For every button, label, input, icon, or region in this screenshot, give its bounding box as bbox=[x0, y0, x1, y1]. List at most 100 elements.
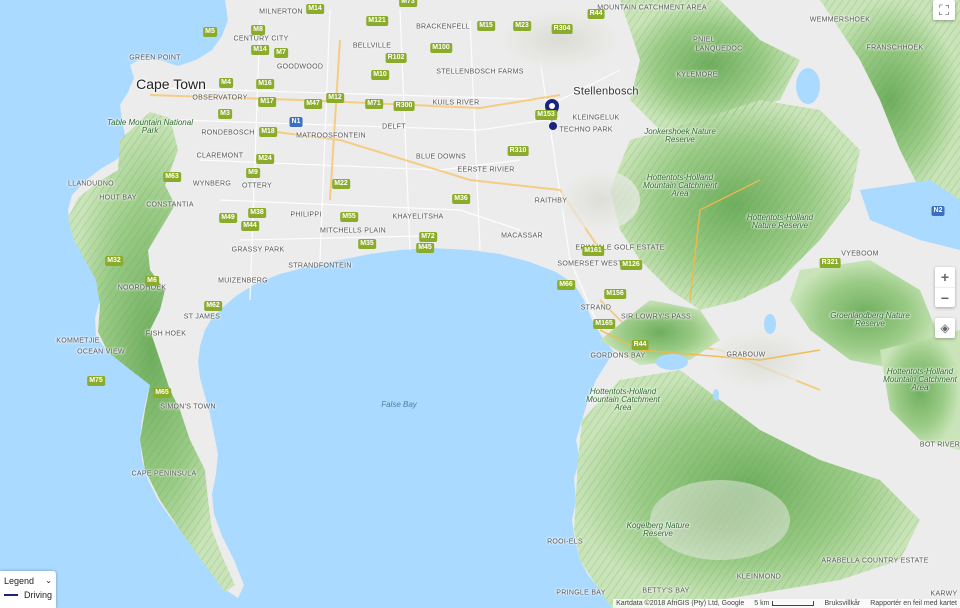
place-label-ocean-view: OCEAN VIEW bbox=[77, 348, 125, 356]
park-label-hottentots-holland-4: Hottentots-Holland Mountain Catchment Ar… bbox=[883, 367, 957, 392]
place-label-macassar: MACASSAR bbox=[501, 232, 543, 240]
route-shield-m73: M73 bbox=[399, 0, 417, 7]
route-shield-m156: M156 bbox=[604, 289, 626, 299]
route-shield-m32: M32 bbox=[105, 256, 123, 266]
place-label-mountain-catchment-top: Mountain Catchment Area bbox=[597, 4, 707, 12]
park-label-hottentots-holland-1: Hottentots-Holland Mountain Catchment Ar… bbox=[643, 173, 717, 198]
route-shield-m65: M65 bbox=[153, 388, 171, 398]
place-label-cape-peninsula: CAPE PENINSULA bbox=[131, 470, 197, 478]
place-label-eerste-rivier: EERSTE RIVIER bbox=[457, 166, 515, 174]
place-label-claremont: CLAREMONT bbox=[196, 152, 244, 160]
place-label-observatory: OBSERVATORY bbox=[192, 94, 248, 102]
route-shield-m126: M126 bbox=[620, 260, 642, 270]
route-shield-m14: M14 bbox=[306, 4, 324, 14]
place-label-cape-town: Cape Town bbox=[136, 76, 206, 92]
fullscreen-button[interactable]: ⛶ bbox=[933, 0, 955, 20]
route-shield-m71: M71 bbox=[365, 99, 383, 109]
zoom-control: + − bbox=[935, 267, 955, 307]
route-shield-m55: M55 bbox=[340, 212, 358, 222]
route-shield-m45: M45 bbox=[416, 243, 434, 253]
park-label-hottentots-holland-2: Hottentots-Holland Nature Reserve bbox=[746, 213, 814, 230]
route-shield-m18: M18 bbox=[259, 127, 277, 137]
legend-item-label: Driving bbox=[23, 590, 52, 600]
route-shield-r102: R102 bbox=[385, 53, 407, 63]
report-error-link[interactable]: Rapportér en feil med kartet bbox=[870, 600, 957, 607]
route-shield-m47: M47 bbox=[304, 99, 322, 109]
legend-title: Legend bbox=[4, 576, 35, 586]
place-label-somerset-west: SOMERSET WEST bbox=[557, 260, 623, 268]
route-shield-n2: N2 bbox=[931, 206, 945, 216]
route-shield-m72: M72 bbox=[419, 232, 437, 242]
place-label-delft: DELFT bbox=[382, 123, 406, 131]
place-label-pringle-bay: Pringle Bay bbox=[556, 589, 606, 597]
route-shield-m6: M6 bbox=[145, 276, 159, 286]
route-shield-m66: M66 bbox=[557, 280, 575, 290]
theewaterskloof-dam bbox=[796, 68, 820, 104]
place-label-rooi-els: Rooi-Els bbox=[547, 538, 583, 546]
route-shield-m23: M23 bbox=[513, 21, 531, 31]
route-shield-m15: M15 bbox=[477, 21, 495, 31]
place-label-stellenbosch-farms: Stellenbosch Farms bbox=[436, 68, 524, 76]
route-shield-m63: M63 bbox=[163, 172, 181, 182]
place-label-constantia: CONSTANTIA bbox=[146, 201, 194, 209]
route-shield-m165: M165 bbox=[593, 319, 615, 329]
route-shield-r321: R321 bbox=[819, 258, 841, 268]
place-label-khayelitsha: KHAYELITSHA bbox=[392, 213, 444, 221]
place-label-blue-downs: BLUE DOWNS bbox=[415, 153, 467, 161]
layers-button[interactable]: ◈ bbox=[935, 318, 955, 338]
route-shield-m24: M24 bbox=[256, 154, 274, 164]
place-label-wemmershoek: Wemmershoek bbox=[809, 16, 871, 24]
place-label-century-city: CENTURY CITY bbox=[233, 35, 289, 43]
place-label-vyeboom: Vyeboom bbox=[841, 250, 879, 258]
place-label-rondebosch: RONDEBOSCH bbox=[201, 129, 255, 137]
place-label-fish-hoek: FISH HOEK bbox=[145, 330, 187, 338]
route-shield-m17: M17 bbox=[258, 97, 276, 107]
attribution-bar: Kartdata ©2018 AfriGIS (Pty) Ltd, Google… bbox=[613, 599, 960, 608]
route-shield-m8: M8 bbox=[251, 25, 265, 35]
place-label-mitchells-plain: MITCHELLS PLAIN bbox=[320, 227, 386, 235]
terms-link[interactable]: Bruksvillkår bbox=[824, 600, 860, 607]
route-shield-m36: M36 bbox=[452, 194, 470, 204]
zoom-in-button[interactable]: + bbox=[941, 267, 949, 287]
place-label-arabella: Arabella Country Estate bbox=[821, 557, 929, 565]
place-label-bellville: BELLVILLE bbox=[352, 42, 392, 50]
place-label-strandfontein: STRANDFONTEIN bbox=[288, 262, 352, 270]
route-shield-m7: M7 bbox=[274, 48, 288, 58]
place-label-kylemore: Kylemore bbox=[676, 71, 718, 79]
water-label-false-bay: False Bay bbox=[381, 400, 417, 409]
route-shield-m4: M4 bbox=[219, 78, 233, 88]
place-label-strand: STRAND bbox=[580, 304, 612, 312]
park-label-jonkershoek: Jonkershoek Nature Reserve bbox=[644, 127, 716, 144]
route-shield-m44: M44 bbox=[241, 221, 259, 231]
park-label-groenlandberg: Groenlandberg Nature Reserve bbox=[830, 311, 910, 328]
place-label-simons-town: SIMON'S TOWN bbox=[160, 403, 216, 411]
route-shield-r304: R304 bbox=[551, 24, 573, 34]
legend-panel: Legend ⌄ Driving bbox=[0, 571, 56, 608]
place-label-st-james: ST JAMES bbox=[183, 313, 221, 321]
place-label-kommetjie: KOMMETJIE bbox=[56, 337, 100, 345]
place-label-green-point: GREEN POINT bbox=[129, 54, 181, 62]
place-label-bot-river: Bot River bbox=[919, 441, 960, 449]
route-shield-m100: M100 bbox=[430, 43, 452, 53]
chevron-down-icon[interactable]: ⌄ bbox=[45, 576, 52, 586]
place-label-hout-bay: HOUT BAY bbox=[99, 194, 137, 202]
route-shield-m14: M14 bbox=[251, 45, 269, 55]
route-shield-m38: M38 bbox=[248, 208, 266, 218]
scale-line bbox=[772, 601, 815, 606]
place-label-franschhoek: Franschhoek bbox=[866, 44, 924, 52]
place-label-kleinmond: Kleinmond bbox=[736, 573, 782, 581]
legend-item-driving: Driving bbox=[0, 588, 56, 602]
route-shield-m35: M35 bbox=[358, 239, 376, 249]
route-shield-r310: R310 bbox=[507, 146, 529, 156]
route-shield-m9: M9 bbox=[246, 168, 260, 178]
route-shield-m153: M153 bbox=[535, 110, 557, 120]
route-shield-m12: M12 bbox=[326, 93, 344, 103]
zoom-out-button[interactable]: − bbox=[935, 286, 955, 308]
route-shield-r44: R44 bbox=[631, 340, 649, 350]
legend-header[interactable]: Legend ⌄ bbox=[0, 571, 56, 588]
place-label-kuils-river: KUILS RIVER bbox=[432, 99, 480, 107]
place-label-gordons-bay: GORDONS BAY bbox=[590, 352, 646, 360]
place-label-pniel: Pniel bbox=[693, 36, 715, 44]
place-label-wynberg: WYNBERG bbox=[192, 180, 232, 188]
place-label-techno-park: TECHNO PARK bbox=[559, 126, 613, 134]
